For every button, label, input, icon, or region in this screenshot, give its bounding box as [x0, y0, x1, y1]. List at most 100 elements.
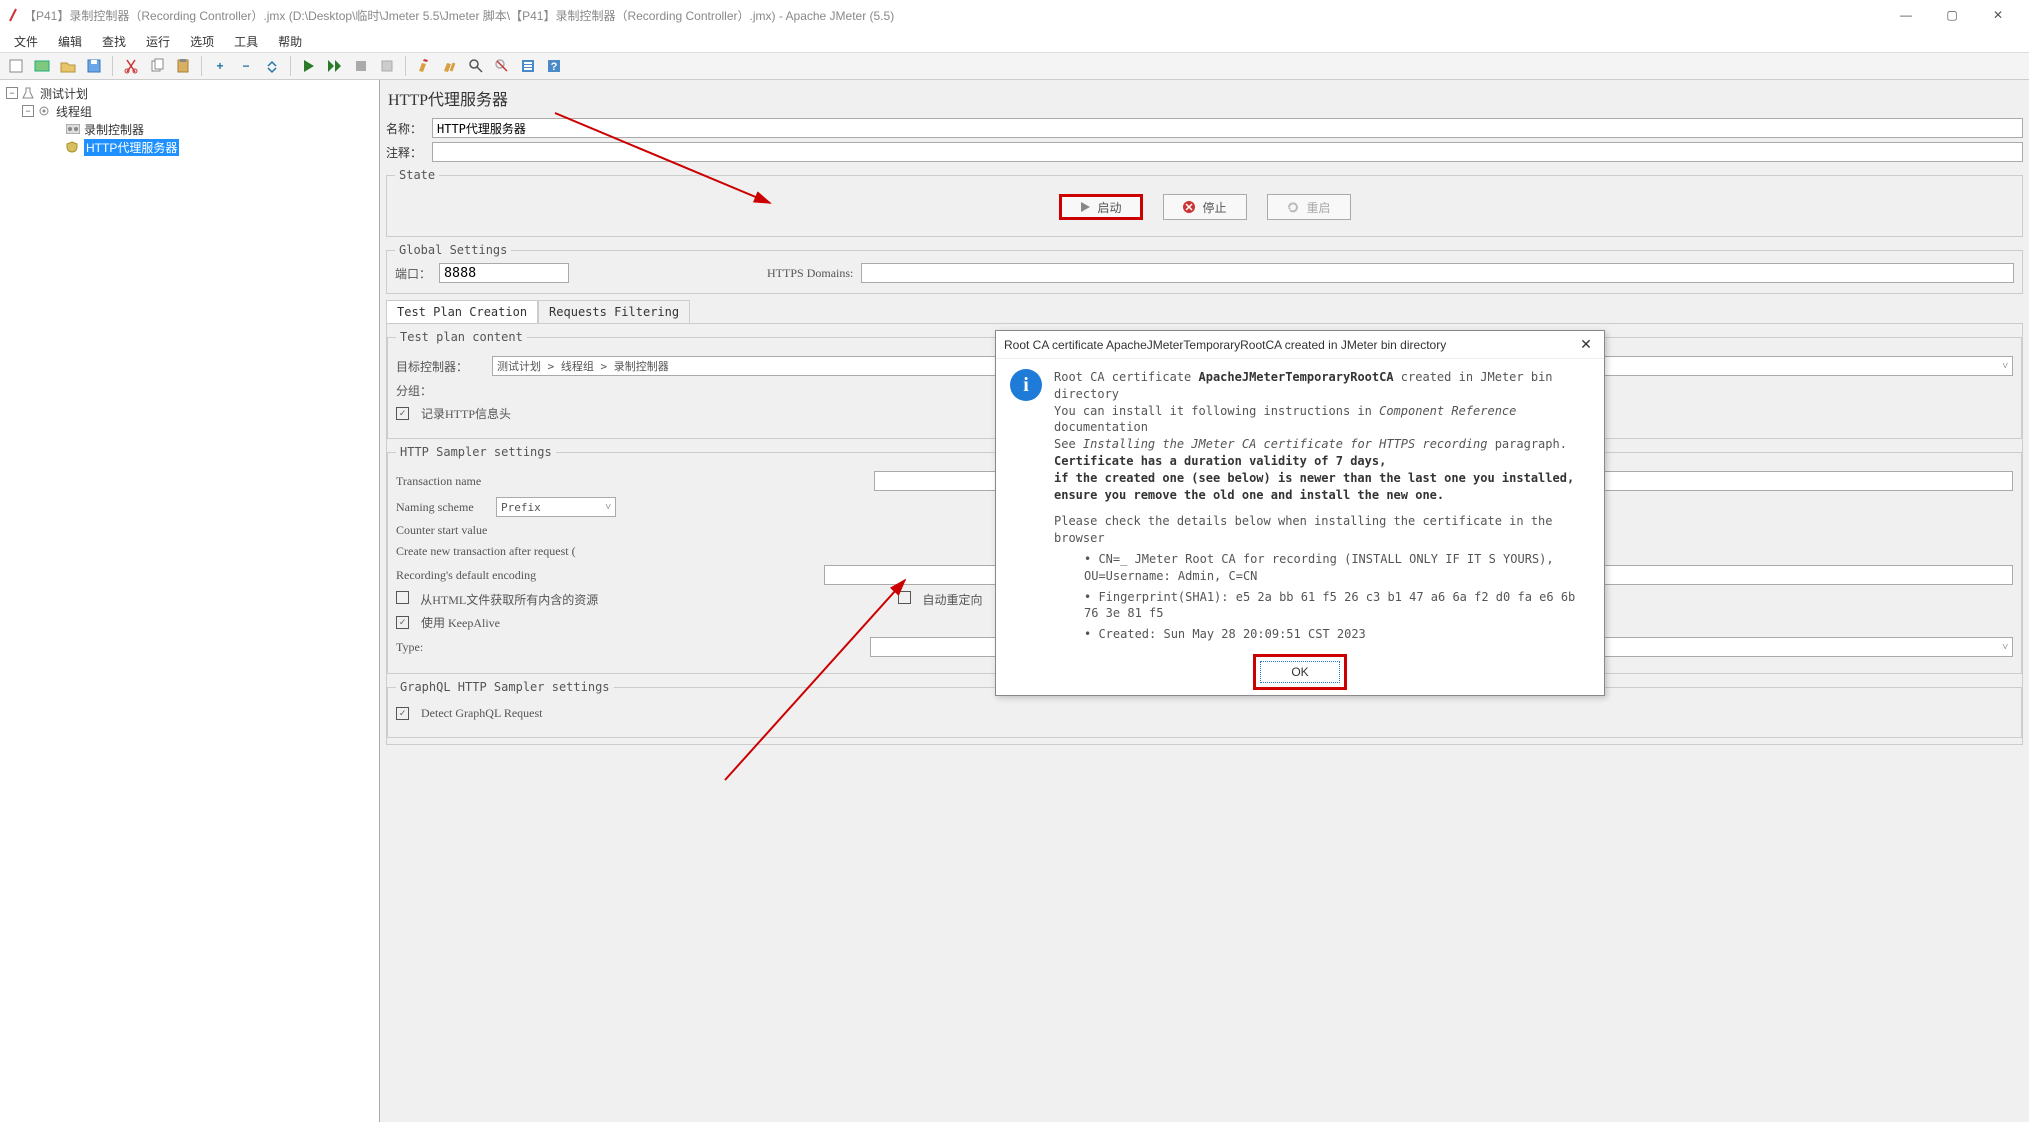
tree-label: 录制控制器	[84, 121, 144, 138]
clear-all-icon[interactable]	[438, 55, 462, 77]
clear-icon[interactable]	[412, 55, 436, 77]
panel-heading: HTTP代理服务器	[386, 82, 2023, 114]
menu-edit[interactable]: 编辑	[50, 31, 90, 52]
graphql-legend: GraphQL HTTP Sampler settings	[396, 680, 614, 694]
save-icon[interactable]	[82, 55, 106, 77]
dialog-message: Root CA certificate ApacheJMeterTemporar…	[1054, 369, 1590, 643]
keepalive-checkbox[interactable]: ✓	[396, 616, 409, 629]
menu-file[interactable]: 文件	[6, 31, 46, 52]
tree-label: 测试计划	[40, 85, 88, 102]
menu-options[interactable]: 选项	[182, 31, 222, 52]
comment-input[interactable]	[432, 142, 2023, 162]
tab-requests-filtering[interactable]: Requests Filtering	[538, 300, 690, 323]
cut-icon[interactable]	[119, 55, 143, 77]
shutdown-icon[interactable]	[375, 55, 399, 77]
paste-icon[interactable]	[171, 55, 195, 77]
global-settings-fieldset: Global Settings 端口： HTTPS Domains:	[386, 243, 2023, 294]
tree-node-recording-controller[interactable]: 录制控制器	[2, 120, 377, 138]
open-icon[interactable]	[56, 55, 80, 77]
test-plan-tree[interactable]: − 测试计划 − 线程组 录制控制器 HTTP代理服务器	[0, 80, 380, 1122]
target-controller-label: 目标控制器：	[396, 358, 484, 375]
function-helper-icon[interactable]	[516, 55, 540, 77]
close-button[interactable]: ✕	[1975, 0, 2021, 30]
minimize-button[interactable]: —	[1883, 0, 1929, 30]
global-legend: Global Settings	[395, 243, 511, 257]
stop-icon[interactable]	[349, 55, 373, 77]
search-tree-icon[interactable]	[464, 55, 488, 77]
chevron-down-icon: ˅	[2002, 361, 2008, 372]
gear-icon	[38, 105, 52, 117]
play-icon	[1079, 201, 1091, 213]
record-headers-label: 记录HTTP信息头	[421, 405, 511, 422]
chevron-down-icon: ˅	[2002, 642, 2008, 653]
beaker-icon	[22, 87, 36, 99]
shield-icon	[66, 141, 80, 153]
new-icon[interactable]	[4, 55, 28, 77]
https-domains-label: HTTPS Domains:	[767, 266, 853, 281]
transaction-name-label: Transaction name	[396, 474, 526, 489]
toolbar: + − ?	[0, 52, 2029, 80]
counter-start-label: Counter start value	[396, 523, 487, 538]
tabs: Test Plan Creation Requests Filtering	[386, 300, 2023, 323]
start-icon[interactable]	[297, 55, 321, 77]
dialog-close-button[interactable]: ✕	[1576, 336, 1596, 353]
state-fieldset: State 启动 停止 重启	[386, 168, 2023, 237]
start-button[interactable]: 启动	[1059, 194, 1143, 220]
menu-tools[interactable]: 工具	[226, 31, 266, 52]
sampler-legend: HTTP Sampler settings	[396, 445, 556, 459]
help-icon[interactable]: ?	[542, 55, 566, 77]
https-domains-input[interactable]	[861, 263, 2014, 283]
record-headers-checkbox[interactable]: ✓	[396, 407, 409, 420]
app-feather-icon	[8, 7, 18, 23]
type-label: Type:	[396, 640, 442, 655]
chevron-down-icon: ˅	[605, 502, 611, 513]
port-label: 端口：	[395, 265, 431, 282]
collapse-toggle-icon[interactable]: −	[22, 105, 34, 117]
window-title: 【P41】录制控制器（Recording Controller）.jmx (D:…	[24, 7, 894, 24]
menu-search[interactable]: 查找	[94, 31, 134, 52]
tree-node-http-proxy[interactable]: HTTP代理服务器	[2, 138, 377, 156]
tree-node-testplan[interactable]: − 测试计划	[2, 84, 377, 102]
titlebar: 【P41】录制控制器（Recording Controller）.jmx (D:…	[0, 0, 2029, 30]
detect-graphql-checkbox[interactable]: ✓	[396, 707, 409, 720]
dialog-ok-button[interactable]: OK	[1260, 661, 1340, 683]
name-input[interactable]	[432, 118, 2023, 138]
root-ca-dialog: Root CA certificate ApacheJMeterTemporar…	[995, 330, 1605, 696]
info-icon: i	[1010, 369, 1042, 401]
comment-label: 注释：	[386, 144, 432, 161]
main-area: − 测试计划 − 线程组 录制控制器 HTTP代理服务器 HTTP代理服务器 名…	[0, 80, 2029, 1122]
retrieve-resources-checkbox[interactable]	[396, 591, 409, 604]
svg-text:?: ?	[551, 61, 558, 73]
create-transaction-label: Create new transaction after request (	[396, 544, 576, 559]
name-label: 名称：	[386, 120, 432, 137]
naming-scheme-label: Naming scheme	[396, 500, 488, 515]
dialog-title: Root CA certificate ApacheJMeterTemporar…	[1004, 338, 1576, 352]
expand-icon[interactable]: +	[208, 55, 232, 77]
tree-node-threadgroup[interactable]: − 线程组	[2, 102, 377, 120]
start-no-timers-icon[interactable]	[323, 55, 347, 77]
auto-redirect-checkbox[interactable]	[898, 591, 911, 604]
reset-search-icon[interactable]	[490, 55, 514, 77]
restart-icon	[1286, 200, 1300, 214]
collapse-toggle-icon[interactable]: −	[6, 87, 18, 99]
menu-help[interactable]: 帮助	[270, 31, 310, 52]
stop-button[interactable]: 停止	[1163, 194, 1247, 220]
collapse-icon[interactable]: −	[234, 55, 258, 77]
restart-button[interactable]: 重启	[1267, 194, 1351, 220]
tab-test-plan-creation[interactable]: Test Plan Creation	[386, 300, 538, 323]
naming-scheme-combo[interactable]: Prefix ˅	[496, 497, 616, 517]
tree-label: 线程组	[56, 103, 92, 120]
retrieve-resources-label: 从HTML文件获取所有内含的资源	[420, 593, 598, 607]
auto-redirect-label: 自动重定向	[922, 593, 982, 607]
default-encoding-label: Recording's default encoding	[396, 568, 536, 583]
menu-run[interactable]: 运行	[138, 31, 178, 52]
menubar: 文件 编辑 查找 运行 选项 工具 帮助	[0, 30, 2029, 52]
maximize-button[interactable]: ▢	[1929, 0, 1975, 30]
copy-icon[interactable]	[145, 55, 169, 77]
editor-panel: HTTP代理服务器 名称： 注释： State 启动 停止	[380, 80, 2029, 1122]
toggle-icon[interactable]	[260, 55, 284, 77]
tree-label-selected: HTTP代理服务器	[84, 139, 179, 156]
port-input[interactable]	[439, 263, 569, 283]
state-legend: State	[395, 168, 439, 182]
templates-icon[interactable]	[30, 55, 54, 77]
